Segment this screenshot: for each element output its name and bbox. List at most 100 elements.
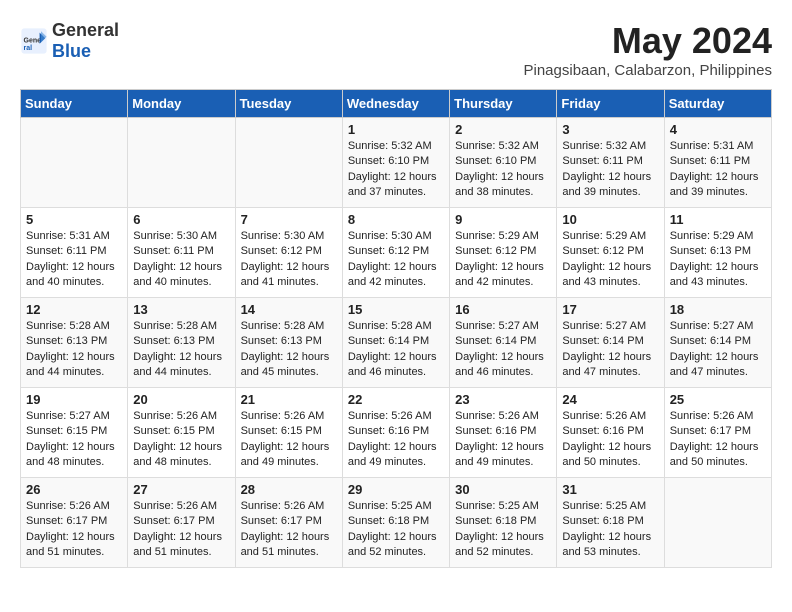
cell-content: Sunrise: 5:26 AM Sunset: 6:17 PM Dayligh… <box>241 499 337 561</box>
svg-text:ral: ral <box>24 45 33 52</box>
day-number: 19 <box>26 392 122 407</box>
calendar-cell: 3 Sunrise: 5:32 AM Sunset: 6:11 PM Daylig… <box>557 118 664 208</box>
calendar-cell: 7 Sunrise: 5:30 AM Sunset: 6:12 PM Daylig… <box>235 208 342 298</box>
cell-content: Sunrise: 5:30 AM Sunset: 6:11 PM Dayligh… <box>133 229 229 291</box>
cell-content: Sunrise: 5:28 AM Sunset: 6:13 PM Dayligh… <box>133 319 229 381</box>
calendar-cell: 27 Sunrise: 5:26 AM Sunset: 6:17 PM Dayli… <box>128 478 235 568</box>
day-number: 26 <box>26 482 122 497</box>
calendar-cell: 4 Sunrise: 5:31 AM Sunset: 6:11 PM Daylig… <box>664 118 771 208</box>
day-number: 1 <box>348 122 444 137</box>
calendar-week-row: 26 Sunrise: 5:26 AM Sunset: 6:17 PM Dayli… <box>21 478 772 568</box>
calendar-cell: 22Sunrise: 5:26 AM Sunset: 6:16 PM Dayli… <box>342 388 449 478</box>
day-number: 17 <box>562 302 658 317</box>
cell-content: Sunrise: 5:27 AM Sunset: 6:14 PM Dayligh… <box>562 319 658 381</box>
cell-content: Sunrise: 5:28 AM Sunset: 6:13 PM Dayligh… <box>26 319 122 381</box>
calendar-week-row: 1 Sunrise: 5:32 AM Sunset: 6:10 PM Daylig… <box>21 118 772 208</box>
calendar-cell: 29 Sunrise: 5:25 AM Sunset: 6:18 PM Dayli… <box>342 478 449 568</box>
calendar-week-row: 5 Sunrise: 5:31 AM Sunset: 6:11 PM Daylig… <box>21 208 772 298</box>
cell-content: Sunrise: 5:28 AM Sunset: 6:14 PM Dayligh… <box>348 319 444 381</box>
day-number: 4 <box>670 122 766 137</box>
day-number: 30 <box>455 482 551 497</box>
day-number: 11 <box>670 212 766 227</box>
calendar-cell: 15 Sunrise: 5:28 AM Sunset: 6:14 PM Dayli… <box>342 298 449 388</box>
day-number: 16 <box>455 302 551 317</box>
day-number: 22 <box>348 392 444 407</box>
day-number: 27 <box>133 482 229 497</box>
cell-content: Sunrise: 5:31 AM Sunset: 6:11 PM Dayligh… <box>26 229 122 291</box>
day-number: 18 <box>670 302 766 317</box>
day-number: 24 <box>562 392 658 407</box>
day-number: 21 <box>241 392 337 407</box>
cell-content: Sunrise: 5:26 AM Sunset: 6:17 PM Dayligh… <box>670 409 766 471</box>
day-of-week-header: Saturday <box>664 90 771 118</box>
cell-content: Sunrise: 5:30 AM Sunset: 6:12 PM Dayligh… <box>241 229 337 291</box>
day-number: 9 <box>455 212 551 227</box>
cell-content: Sunrise: 5:27 AM Sunset: 6:14 PM Dayligh… <box>670 319 766 381</box>
day-number: 3 <box>562 122 658 137</box>
calendar-cell <box>235 118 342 208</box>
calendar-cell: 6 Sunrise: 5:30 AM Sunset: 6:11 PM Daylig… <box>128 208 235 298</box>
month-year: May 2024 <box>524 20 773 62</box>
cell-content: Sunrise: 5:32 AM Sunset: 6:10 PM Dayligh… <box>455 139 551 201</box>
calendar-cell: 19 Sunrise: 5:27 AM Sunset: 6:15 PM Dayli… <box>21 388 128 478</box>
calendar-cell: 17 Sunrise: 5:27 AM Sunset: 6:14 PM Dayli… <box>557 298 664 388</box>
calendar-cell: 10 Sunrise: 5:29 AM Sunset: 6:12 PM Dayli… <box>557 208 664 298</box>
cell-content: Sunrise: 5:29 AM Sunset: 6:12 PM Dayligh… <box>455 229 551 291</box>
cell-content: Sunrise: 5:28 AM Sunset: 6:13 PM Dayligh… <box>241 319 337 381</box>
calendar-cell: 23Sunrise: 5:26 AM Sunset: 6:16 PM Dayli… <box>450 388 557 478</box>
calendar-cell <box>664 478 771 568</box>
day-of-week-header: Thursday <box>450 90 557 118</box>
day-number: 29 <box>348 482 444 497</box>
calendar-body: 1 Sunrise: 5:32 AM Sunset: 6:10 PM Daylig… <box>21 118 772 568</box>
location: Pinagsibaan, Calabarzon, Philippines <box>524 62 773 79</box>
cell-content: Sunrise: 5:27 AM Sunset: 6:15 PM Dayligh… <box>26 409 122 471</box>
day-number: 7 <box>241 212 337 227</box>
logo: Gene ral General Blue <box>20 20 119 62</box>
day-number: 12 <box>26 302 122 317</box>
calendar-cell: 25 Sunrise: 5:26 AM Sunset: 6:17 PM Dayli… <box>664 388 771 478</box>
day-of-week-header: Monday <box>128 90 235 118</box>
cell-content: Sunrise: 5:25 AM Sunset: 6:18 PM Dayligh… <box>562 499 658 561</box>
cell-content: Sunrise: 5:32 AM Sunset: 6:11 PM Dayligh… <box>562 139 658 201</box>
calendar-cell: 20Sunrise: 5:26 AM Sunset: 6:15 PM Dayli… <box>128 388 235 478</box>
cell-content: Sunrise: 5:26 AM Sunset: 6:17 PM Dayligh… <box>26 499 122 561</box>
cell-content: Sunrise: 5:32 AM Sunset: 6:10 PM Dayligh… <box>348 139 444 201</box>
calendar-cell: 28 Sunrise: 5:26 AM Sunset: 6:17 PM Dayli… <box>235 478 342 568</box>
cell-content: Sunrise: 5:29 AM Sunset: 6:12 PM Dayligh… <box>562 229 658 291</box>
cell-content: Sunrise: 5:25 AM Sunset: 6:18 PM Dayligh… <box>348 499 444 561</box>
calendar-cell: 21 Sunrise: 5:26 AM Sunset: 6:15 PM Dayli… <box>235 388 342 478</box>
day-number: 2 <box>455 122 551 137</box>
calendar-cell: 14 Sunrise: 5:28 AM Sunset: 6:13 PM Dayli… <box>235 298 342 388</box>
day-of-week-header: Wednesday <box>342 90 449 118</box>
cell-content: Sunrise: 5:27 AM Sunset: 6:14 PM Dayligh… <box>455 319 551 381</box>
calendar-week-row: 19 Sunrise: 5:27 AM Sunset: 6:15 PM Dayli… <box>21 388 772 478</box>
cell-content: Sunrise: 5:26 AM Sunset: 6:15 PM Dayligh… <box>241 409 337 471</box>
calendar-cell: 12 Sunrise: 5:28 AM Sunset: 6:13 PM Dayli… <box>21 298 128 388</box>
logo-general-text: General <box>52 20 119 40</box>
title-area: May 2024 Pinagsibaan, Calabarzon, Philip… <box>524 20 773 79</box>
calendar-cell: 13Sunrise: 5:28 AM Sunset: 6:13 PM Dayli… <box>128 298 235 388</box>
calendar-cell: 26 Sunrise: 5:26 AM Sunset: 6:17 PM Dayli… <box>21 478 128 568</box>
day-number: 14 <box>241 302 337 317</box>
day-of-week-header: Friday <box>557 90 664 118</box>
cell-content: Sunrise: 5:31 AM Sunset: 6:11 PM Dayligh… <box>670 139 766 201</box>
day-number: 6 <box>133 212 229 227</box>
calendar-cell: 9 Sunrise: 5:29 AM Sunset: 6:12 PM Daylig… <box>450 208 557 298</box>
logo-icon: Gene ral <box>20 27 48 55</box>
cell-content: Sunrise: 5:25 AM Sunset: 6:18 PM Dayligh… <box>455 499 551 561</box>
day-number: 8 <box>348 212 444 227</box>
calendar-cell <box>128 118 235 208</box>
day-number: 15 <box>348 302 444 317</box>
day-number: 10 <box>562 212 658 227</box>
cell-content: Sunrise: 5:30 AM Sunset: 6:12 PM Dayligh… <box>348 229 444 291</box>
calendar-cell: 16 Sunrise: 5:27 AM Sunset: 6:14 PM Dayli… <box>450 298 557 388</box>
day-number: 28 <box>241 482 337 497</box>
day-number: 25 <box>670 392 766 407</box>
day-number: 5 <box>26 212 122 227</box>
svg-text:Gene: Gene <box>24 37 42 44</box>
calendar-table: SundayMondayTuesdayWednesdayThursdayFrid… <box>20 89 772 568</box>
calendar-cell: 18 Sunrise: 5:27 AM Sunset: 6:14 PM Dayli… <box>664 298 771 388</box>
cell-content: Sunrise: 5:26 AM Sunset: 6:17 PM Dayligh… <box>133 499 229 561</box>
cell-content: Sunrise: 5:29 AM Sunset: 6:13 PM Dayligh… <box>670 229 766 291</box>
day-number: 31 <box>562 482 658 497</box>
